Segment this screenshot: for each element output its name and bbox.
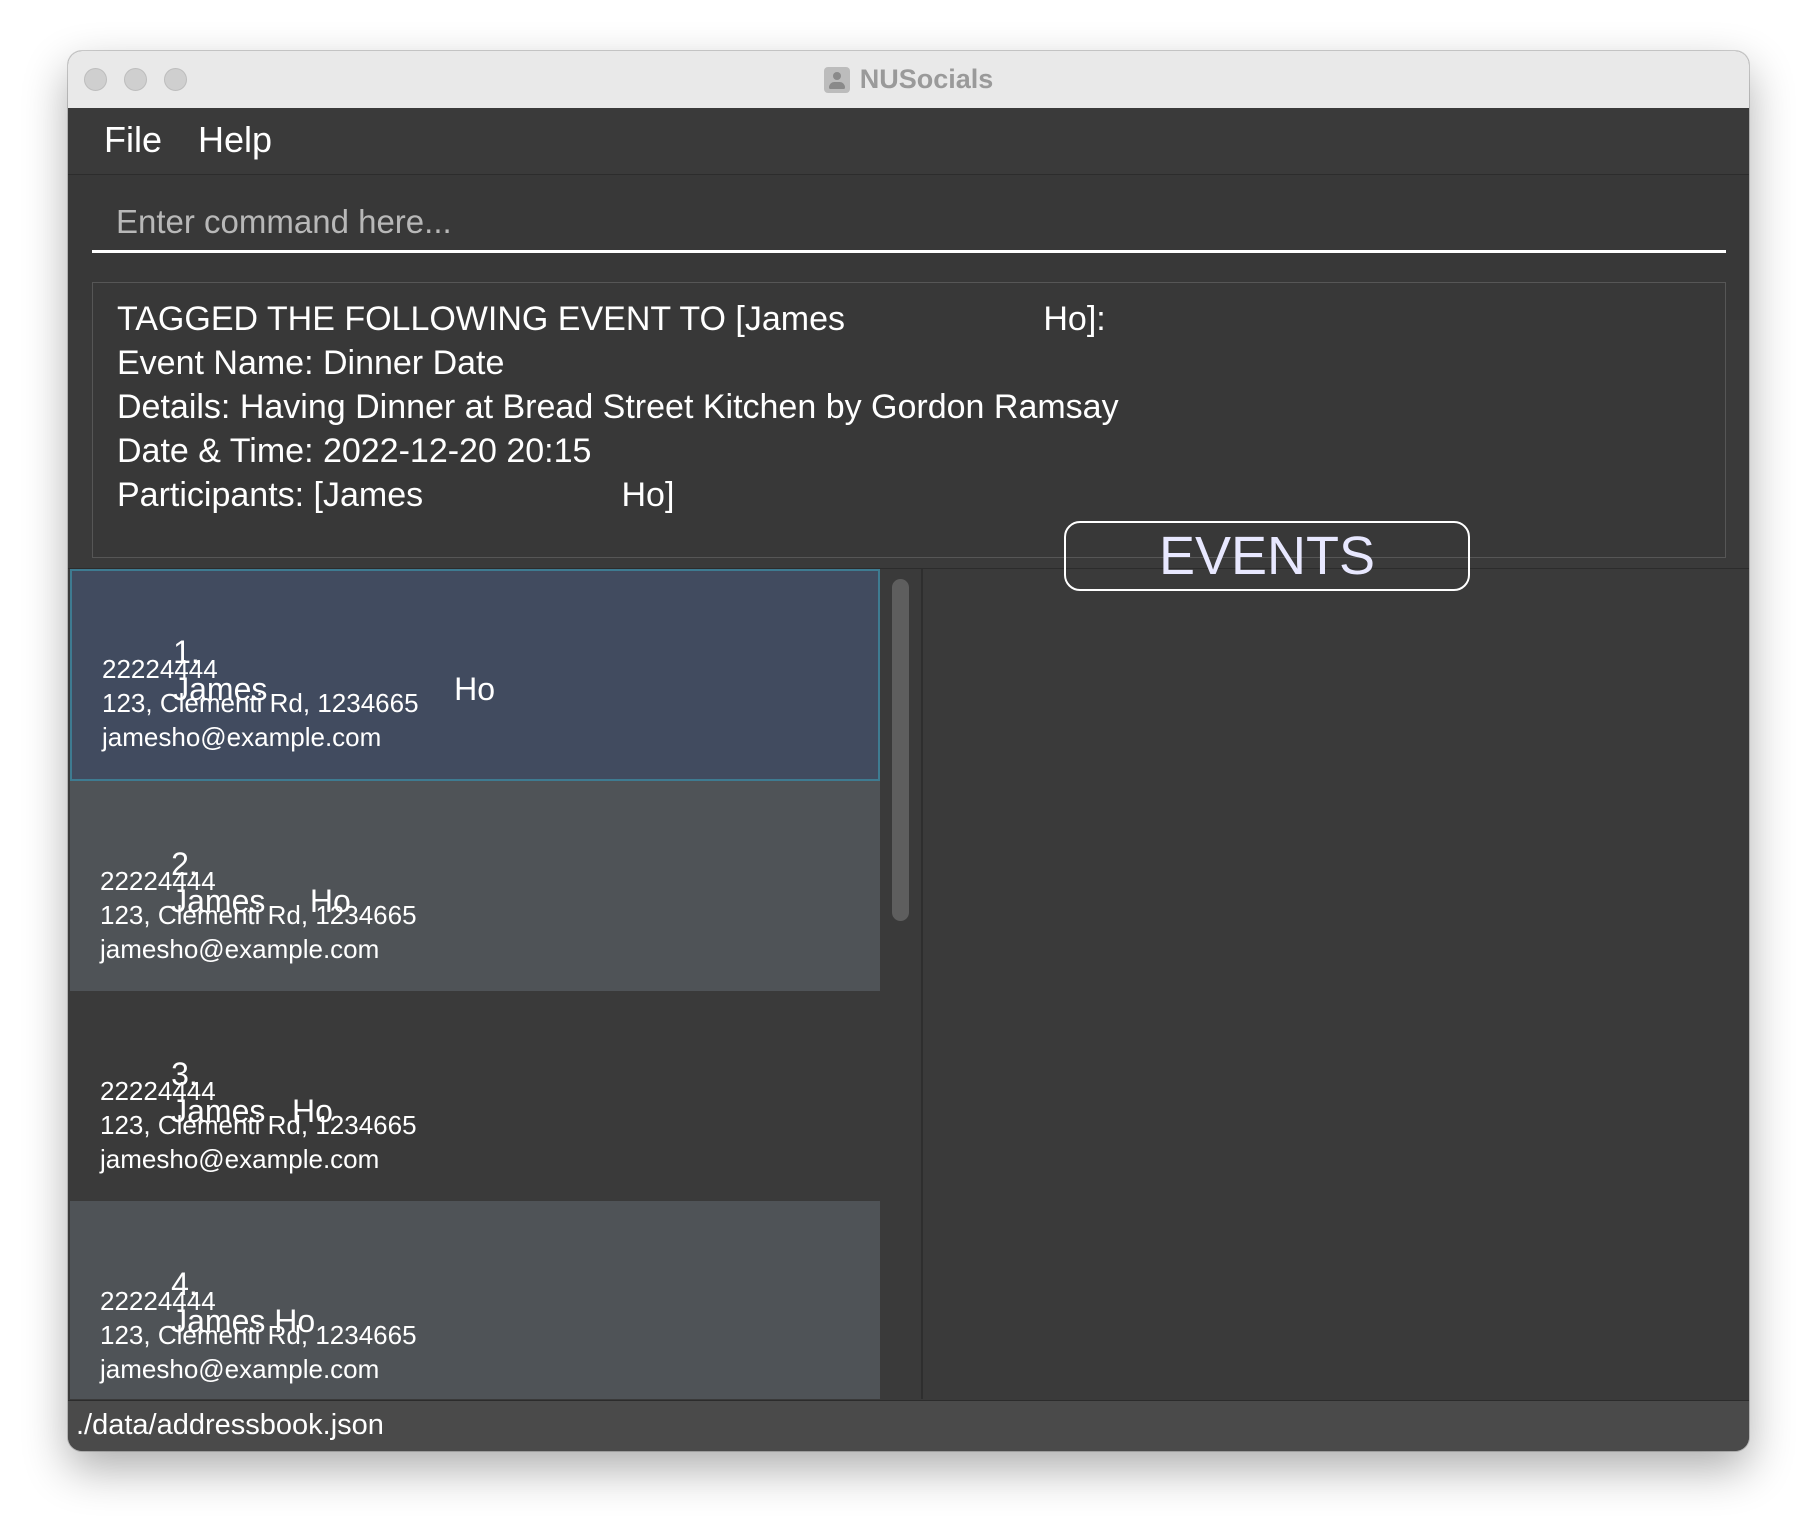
person-card-1[interactable]: 1. James Ho 22224444 123, Clementi Rd, 1… xyxy=(70,569,880,781)
window-title-group: NUSocials xyxy=(68,51,1749,108)
result-line: Details: Having Dinner at Bread Street K… xyxy=(117,388,1119,426)
result-line: TAGGED THE FOLLOWING EVENT TO [James Ho]… xyxy=(117,300,1106,338)
person-address: 123, Clementi Rd, 1234665 xyxy=(100,900,417,930)
person-email: jamesho@example.com xyxy=(100,934,380,964)
person-card-2[interactable]: 2. James Ho 22224444 123, Clementi Rd, 1… xyxy=(70,781,880,991)
title-bar: NUSocials xyxy=(68,51,1749,109)
menu-file[interactable]: File xyxy=(98,118,168,162)
person-phone: 22224444 xyxy=(100,1076,216,1106)
status-file-path: ./data/addressbook.json xyxy=(76,1409,384,1441)
events-button[interactable]: EVENTS xyxy=(1064,521,1470,591)
person-phone: 22224444 xyxy=(102,654,218,684)
scrollbar-thumb[interactable] xyxy=(892,579,909,921)
command-input[interactable] xyxy=(92,193,1726,253)
person-phone: 22224444 xyxy=(100,1286,216,1316)
result-line: Event Name: Dinner Date xyxy=(117,344,505,382)
person-address: 123, Clementi Rd, 1234665 xyxy=(100,1110,417,1140)
status-bar: ./data/addressbook.json xyxy=(68,1400,1749,1451)
window-title: NUSocials xyxy=(859,64,994,94)
result-display[interactable]: TAGGED THE FOLLOWING EVENT TO [James Ho]… xyxy=(92,282,1726,558)
person-email: jamesho@example.com xyxy=(100,1354,380,1384)
person-email: jamesho@example.com xyxy=(100,1144,380,1174)
person-email: jamesho@example.com xyxy=(102,722,382,752)
events-panel xyxy=(924,569,1749,1399)
person-list-scrollbar[interactable] xyxy=(886,569,914,1399)
panel-divider[interactable] xyxy=(921,569,923,1399)
person-card-4[interactable]: 4. James Ho 22224444 123, Clementi Rd, 1… xyxy=(70,1201,880,1399)
person-address: 123, Clementi Rd, 1234665 xyxy=(102,688,419,718)
menu-help[interactable]: Help xyxy=(192,118,278,162)
result-line: Participants: [James Ho] xyxy=(117,476,675,514)
app-window: NUSocials File Help TAGGED THE FOLLOWING… xyxy=(68,51,1749,1451)
person-phone: 22224444 xyxy=(100,866,216,896)
person-list[interactable]: 1. James Ho 22224444 123, Clementi Rd, 1… xyxy=(68,569,880,1399)
result-line: Date & Time: 2022-12-20 20:15 xyxy=(117,432,592,470)
app-icon xyxy=(823,66,850,93)
menu-bar: File Help xyxy=(68,108,1749,175)
person-address: 123, Clementi Rd, 1234665 xyxy=(100,1320,417,1350)
person-card-3[interactable]: 3. James Ho 22224444 123, Clementi Rd, 1… xyxy=(70,991,880,1201)
